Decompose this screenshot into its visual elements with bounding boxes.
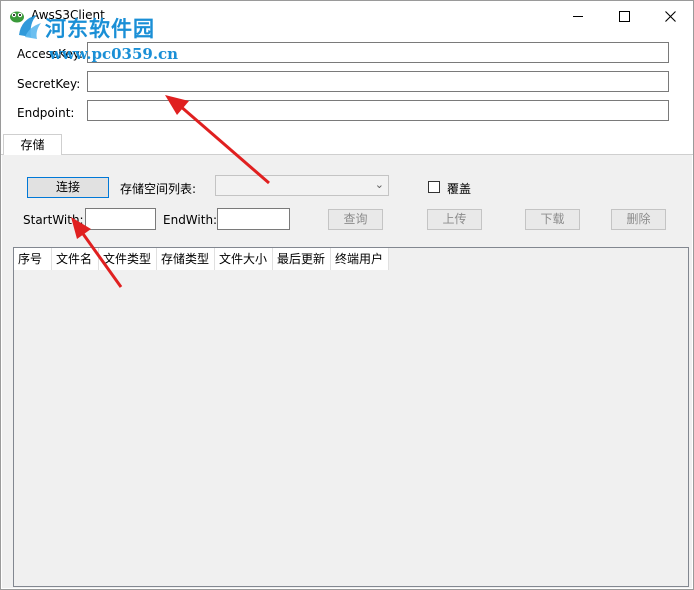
start-with-label: StartWith: (23, 213, 84, 227)
tab-storage[interactable]: 存储 (3, 134, 62, 156)
minimize-button[interactable] (555, 1, 601, 31)
upload-button[interactable]: 上传 (427, 209, 482, 230)
overwrite-checkbox[interactable] (428, 181, 440, 193)
column-header-lastmodified[interactable]: 最后更新 (273, 248, 331, 270)
bucket-select[interactable]: ⌄ (215, 175, 389, 196)
close-icon (664, 10, 676, 22)
column-header-filetype[interactable]: 文件类型 (99, 248, 157, 270)
download-button[interactable]: 下载 (525, 209, 580, 230)
connect-button[interactable]: 连接 (27, 177, 109, 198)
query-button[interactable]: 查询 (328, 209, 383, 230)
file-list-table[interactable]: 序号 文件名 文件类型 存储类型 文件大小 最后更新 终端用户 (13, 247, 689, 587)
delete-button[interactable]: 删除 (611, 209, 666, 230)
column-header-index[interactable]: 序号 (14, 248, 52, 270)
secret-key-input[interactable] (87, 71, 669, 92)
endpoint-label: Endpoint: (17, 106, 75, 120)
chevron-down-icon: ⌄ (374, 178, 384, 191)
watermark-site-name: 河东软件园 (45, 17, 155, 41)
column-header-filename[interactable]: 文件名 (52, 248, 99, 270)
minimize-icon (573, 15, 583, 17)
end-with-label: EndWith: (163, 213, 218, 227)
start-with-input[interactable] (85, 208, 156, 230)
column-header-filesize[interactable]: 文件大小 (215, 248, 273, 270)
column-header-storagetype[interactable]: 存储类型 (157, 248, 215, 270)
overwrite-label: 覆盖 (447, 182, 472, 196)
maximize-icon (618, 10, 630, 22)
table-header-row: 序号 文件名 文件类型 存储类型 文件大小 最后更新 终端用户 (14, 248, 389, 270)
endpoint-input[interactable] (87, 100, 669, 121)
watermark-url: www.pc0359.cn (49, 45, 179, 63)
bucket-list-label: 存储空间列表: (120, 182, 197, 196)
column-header-enduser[interactable]: 终端用户 (331, 248, 389, 270)
secret-key-label: SecretKey: (17, 77, 81, 91)
maximize-button[interactable] (601, 1, 647, 31)
end-with-input[interactable] (217, 208, 290, 230)
app-window: AwsS3Client AccessKey: SecretKey: Endpoi… (0, 0, 694, 590)
watermark-logo (19, 15, 41, 39)
close-button[interactable] (647, 1, 693, 31)
